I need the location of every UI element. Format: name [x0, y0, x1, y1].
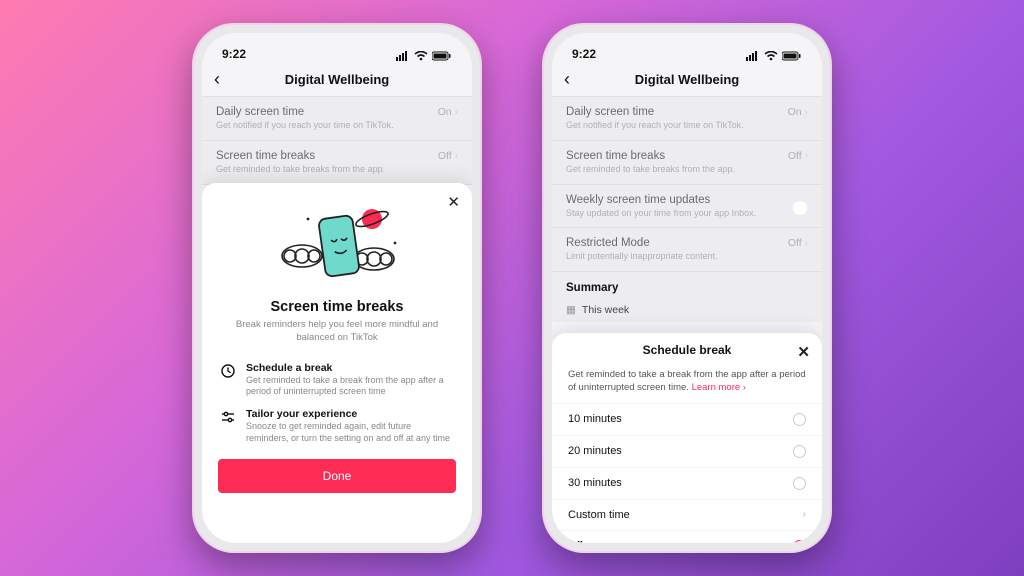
row-value: Off›	[788, 150, 808, 162]
radio-icon[interactable]	[793, 445, 806, 458]
option-label: 30 minutes	[568, 477, 622, 489]
close-icon[interactable]: ✕	[447, 193, 460, 211]
break-option[interactable]: Off	[552, 530, 822, 543]
row-value: On›	[438, 106, 458, 118]
feature-tailor: Tailor your experience Snooze to get rem…	[202, 401, 472, 447]
row-subtitle: Stay updated on your time from your app …	[566, 208, 808, 219]
summary-header: Summary	[552, 272, 822, 298]
sheet-title: Screen time breaks	[202, 299, 472, 315]
status-bar: 9:22	[202, 33, 472, 63]
schedule-break-sheet: Schedule break ✕ Get reminded to take a …	[552, 333, 822, 543]
sliders-icon	[220, 409, 236, 430]
phone-screen: 9:22 ‹ Digital Wellbeing Daily screen ti…	[552, 33, 822, 543]
wifi-icon	[764, 51, 778, 61]
cellular-icon	[746, 51, 760, 61]
chevron-right-icon: ›	[805, 107, 808, 118]
nav-title: Digital Wellbeing	[285, 72, 390, 87]
break-option[interactable]: Custom time ›	[552, 499, 822, 530]
row-weekly-updates[interactable]: Weekly screen time updates Stay updated …	[552, 185, 822, 229]
row-value: Off›	[438, 150, 458, 162]
status-indicators	[746, 51, 802, 61]
option-label: Off	[568, 540, 582, 543]
phone-screen: 9:22 ‹ Digital Wellbeing Daily screen ti…	[202, 33, 472, 543]
nav-bar: ‹ Digital Wellbeing	[552, 63, 822, 97]
row-subtitle: Get notified if you reach your time on T…	[566, 120, 808, 131]
status-time: 9:22	[222, 47, 246, 61]
chevron-right-icon: ›	[803, 509, 806, 520]
row-value: On›	[788, 106, 808, 118]
row-subtitle: Get notified if you reach your time on T…	[216, 120, 458, 131]
break-option[interactable]: 30 minutes	[552, 467, 822, 499]
row-title: Daily screen time	[216, 106, 304, 118]
done-button[interactable]: Done	[218, 459, 456, 493]
feature-schedule: Schedule a break Get reminded to take a …	[202, 355, 472, 401]
option-label: Custom time	[568, 509, 630, 521]
row-screen-time-breaks[interactable]: Screen time breaks Off› Get reminded to …	[202, 141, 472, 185]
sheet-title: Schedule break	[643, 343, 732, 357]
radio-icon[interactable]	[793, 413, 806, 426]
row-title: Screen time breaks	[216, 150, 315, 162]
radio-icon[interactable]	[793, 540, 806, 543]
status-time: 9:22	[572, 47, 596, 61]
sheet-description: Break reminders help you feel more mindf…	[202, 315, 472, 355]
summary-week[interactable]: ▦ This week	[552, 298, 822, 322]
illustration	[202, 197, 472, 295]
back-icon[interactable]: ‹	[214, 69, 220, 90]
back-icon[interactable]: ‹	[564, 69, 570, 90]
battery-icon	[782, 51, 802, 61]
calendar-icon: ▦	[566, 304, 576, 316]
row-restricted-mode[interactable]: Restricted Mode Off› Limit potentially i…	[552, 228, 822, 272]
feature-title: Schedule a break	[246, 362, 454, 374]
nav-title: Digital Wellbeing	[635, 72, 740, 87]
row-title: Restricted Mode	[566, 237, 650, 249]
row-value: Off›	[788, 237, 808, 249]
settings-list: Daily screen time On› Get notified if yo…	[202, 97, 472, 185]
settings-list: Daily screen time On› Get notified if yo…	[552, 97, 822, 322]
break-option[interactable]: 20 minutes	[552, 435, 822, 467]
feature-title: Tailor your experience	[246, 408, 454, 420]
feature-subtitle: Snooze to get reminded again, edit futur…	[246, 421, 454, 444]
wifi-icon	[414, 51, 428, 61]
phone-mockup-right: 9:22 ‹ Digital Wellbeing Daily screen ti…	[542, 23, 832, 553]
phone-mockup-left: 9:22 ‹ Digital Wellbeing Daily screen ti…	[192, 23, 482, 553]
radio-icon[interactable]	[793, 477, 806, 490]
row-daily-screen-time[interactable]: Daily screen time On› Get notified if yo…	[202, 97, 472, 141]
chevron-right-icon: ›	[805, 150, 808, 161]
option-label: 10 minutes	[568, 413, 622, 425]
break-option[interactable]: 10 minutes	[552, 403, 822, 435]
row-screen-time-breaks[interactable]: Screen time breaks Off› Get reminded to …	[552, 141, 822, 185]
battery-icon	[432, 51, 452, 61]
row-subtitle: Get reminded to take breaks from the app…	[216, 164, 458, 175]
row-subtitle: Limit potentially inappropriate content.	[566, 251, 808, 262]
row-title: Weekly screen time updates	[566, 194, 710, 206]
chevron-right-icon: ›	[455, 107, 458, 118]
row-title: Daily screen time	[566, 106, 654, 118]
feature-subtitle: Get reminded to take a break from the ap…	[246, 375, 454, 398]
learn-more-link[interactable]: Learn more	[692, 382, 741, 393]
chevron-right-icon: ›	[805, 238, 808, 249]
status-bar: 9:22	[552, 33, 822, 63]
nav-bar: ‹ Digital Wellbeing	[202, 63, 472, 97]
cellular-icon	[396, 51, 410, 61]
clock-icon	[220, 363, 236, 384]
sheet-description: Get reminded to take a break from the ap…	[552, 367, 822, 403]
intro-sheet: ✕	[202, 183, 472, 543]
row-daily-screen-time[interactable]: Daily screen time On› Get notified if yo…	[552, 97, 822, 141]
chevron-right-icon: ›	[455, 150, 458, 161]
row-subtitle: Get reminded to take breaks from the app…	[566, 164, 808, 175]
sheet-header: Schedule break ✕	[552, 333, 822, 367]
option-label: 20 minutes	[568, 445, 622, 457]
close-icon[interactable]: ✕	[797, 343, 810, 361]
row-title: Screen time breaks	[566, 150, 665, 162]
status-indicators	[396, 51, 452, 61]
